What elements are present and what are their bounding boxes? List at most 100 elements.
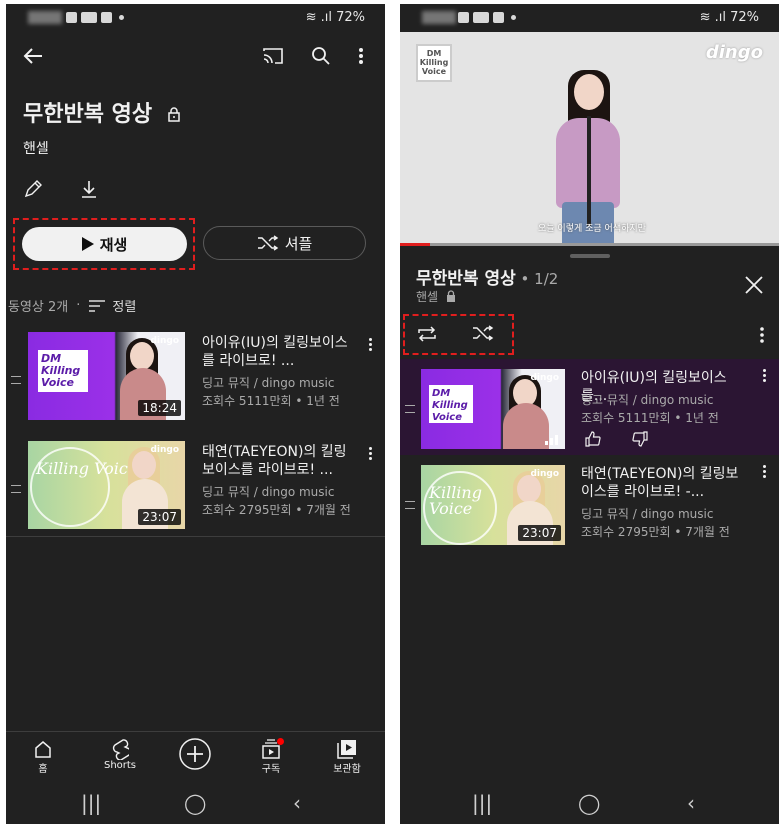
playlist-title: 무한반복 영상 [23, 96, 182, 128]
video-caption: 오늘 이렇게 조금 어색하지만 [538, 224, 646, 234]
queue-sheet: 무한반복 영상 • 1/2 핸셀 DM Killing Voice dingo 아이… [400, 246, 779, 781]
sort-label: 정렬 [112, 300, 137, 315]
battery-text: ≋ .ıl 72% [306, 10, 365, 25]
queue-item-channel: 딩고 뮤직 / dingo music [581, 393, 714, 407]
video-title[interactable]: 아이유(IU)의 킬링보이스를 라이브로! ... [202, 334, 357, 370]
gallery-notif-icon [66, 12, 77, 23]
video-more-icon[interactable] [369, 338, 372, 351]
close-icon[interactable] [745, 276, 763, 294]
status-bar: ≋ .ıl 72% [400, 4, 779, 30]
battery-level: 72% [336, 10, 365, 25]
lock-icon [168, 107, 180, 122]
dingo-logo: dingo [150, 336, 179, 346]
lte-notif-icon [473, 12, 489, 23]
recents-icon[interactable]: ||| [81, 791, 101, 815]
playlist-video-row[interactable]: Killing Voice dingo 23:07 태연(TAEYEON)의 킬… [6, 441, 385, 541]
video-views: 조회수 2795만회 • 7개월 전 [202, 503, 351, 517]
back-button-icon[interactable]: ‹ [293, 791, 301, 815]
recents-icon[interactable]: ||| [472, 791, 492, 815]
playlist-video-row[interactable]: DM Killing Voice dingo 18:24 아이유(IU)의 킬링… [6, 332, 385, 432]
back-arrow-icon[interactable] [22, 46, 44, 66]
queue-item-views: 조회수 2795만회 • 7개월 전 [581, 525, 730, 539]
system-nav-bar: ||| ◯ ‹ [400, 781, 779, 824]
dingo-logo: dingo [530, 469, 559, 479]
playlist-owner[interactable]: 핸셀 [23, 138, 49, 158]
queue-item-title[interactable]: 태연(TAEYEON)의 킬링보이스를 라이브로! -... [581, 465, 751, 501]
play-all-button[interactable]: 재생 [22, 227, 187, 261]
sheet-drag-handle[interactable] [570, 254, 610, 258]
queue-item-views: 조회수 5111만회 • 1년 전 [581, 411, 719, 425]
sort-button[interactable]: 정렬 [88, 296, 136, 315]
dot-notif-icon [511, 15, 516, 20]
home-icon [35, 741, 51, 758]
edit-pencil-icon[interactable] [23, 179, 43, 199]
artist-figure [503, 403, 549, 449]
status-bar: ≋ .ıl 72% [6, 4, 385, 30]
video-thumbnail[interactable]: Killing Voice dingo 23:07 [28, 441, 185, 529]
queue-thumbnail[interactable]: Killing Voice dingo 23:07 [421, 465, 565, 545]
search-icon[interactable] [311, 46, 331, 66]
nav-library[interactable]: 보관함 [317, 738, 377, 775]
artist-face [132, 451, 156, 479]
queue-item-channel: 딩고 뮤직 / dingo music [581, 507, 714, 521]
video-duration: 23:07 [138, 509, 181, 525]
nav-subscriptions[interactable]: 구독 [241, 738, 301, 775]
loop-icon[interactable] [416, 324, 438, 344]
queue-owner: 핸셀 [416, 288, 457, 305]
wifi-signal-icon: ≋ .ıl [305, 10, 337, 25]
notification-dot [277, 738, 284, 745]
dislike-icon[interactable] [632, 431, 648, 447]
drag-handle-icon[interactable] [11, 485, 21, 493]
video-more-icon[interactable] [369, 447, 372, 460]
download-icon[interactable] [80, 179, 98, 199]
now-playing-bars-icon [545, 435, 558, 445]
video-thumbnail[interactable]: DM Killing Voice dingo 18:24 [28, 332, 185, 420]
list-divider [6, 536, 385, 537]
video-player[interactable]: DM Killing Voice dingo 오늘 이렇게 조금 어색하지만 [400, 32, 779, 246]
killing-voice-text: Killing Voice [429, 483, 482, 518]
queue-title-text: 무한반복 영상 [416, 269, 516, 289]
artist-face [574, 74, 604, 110]
artist-face [130, 342, 154, 370]
video-title[interactable]: 태연(TAEYEON)의 킬링보이스를 라이브로! ... [202, 443, 357, 479]
queue-title: 무한반복 영상 • 1/2 [416, 264, 558, 289]
killing-voice-text: Killing Voice [36, 459, 138, 478]
nav-home[interactable]: 홈 [13, 738, 73, 775]
drag-handle-icon[interactable] [405, 501, 415, 509]
shorts-icon [112, 739, 129, 760]
video-views: 조회수 5111만회 • 1년 전 [202, 394, 340, 408]
shuffle-icon [257, 235, 278, 251]
nav-create[interactable] [165, 736, 225, 772]
queue-item[interactable]: Killing Voice dingo 23:07 태연(TAEYEON)의 킬링… [400, 455, 779, 551]
artist-face [517, 475, 541, 503]
video-duration: 18:24 [138, 400, 181, 416]
dingo-logo: dingo [705, 42, 763, 63]
nav-shorts[interactable]: Shorts [90, 738, 150, 771]
video-duration: 23:07 [518, 525, 561, 541]
library-icon [337, 740, 356, 759]
bottom-nav: 홈 Shorts 구독 보관함 [6, 731, 385, 782]
cast-icon[interactable] [262, 46, 284, 66]
playlist-title-text: 무한반복 영상 [23, 102, 153, 127]
dingo-logo: dingo [150, 445, 179, 455]
n-notif-icon [493, 12, 504, 23]
shuffle-icon[interactable] [472, 325, 494, 341]
queue-item-active[interactable]: DM Killing Voice dingo 아이유(IU)의 킬링보이스를... … [400, 359, 779, 455]
queue-thumbnail[interactable]: DM Killing Voice dingo [421, 369, 565, 449]
gallery-notif-icon [458, 12, 469, 23]
drag-handle-icon[interactable] [11, 376, 21, 384]
drag-handle-icon[interactable] [405, 405, 415, 413]
back-button-icon[interactable]: ‹ [687, 791, 695, 815]
sort-icon [89, 299, 106, 312]
home-button-icon[interactable]: ◯ [578, 791, 600, 815]
shuffle-button[interactable]: 셔플 [203, 226, 366, 260]
like-icon[interactable] [585, 431, 601, 447]
dot-notif-icon [119, 15, 124, 20]
queue-more-icon[interactable] [759, 326, 765, 344]
queue-item-more-icon[interactable] [763, 465, 766, 478]
separator-dot: · [76, 298, 81, 313]
queue-owner-text: 핸셀 [416, 290, 439, 304]
more-vert-icon[interactable] [358, 46, 364, 66]
queue-item-more-icon[interactable] [763, 369, 766, 382]
home-button-icon[interactable]: ◯ [184, 791, 206, 815]
